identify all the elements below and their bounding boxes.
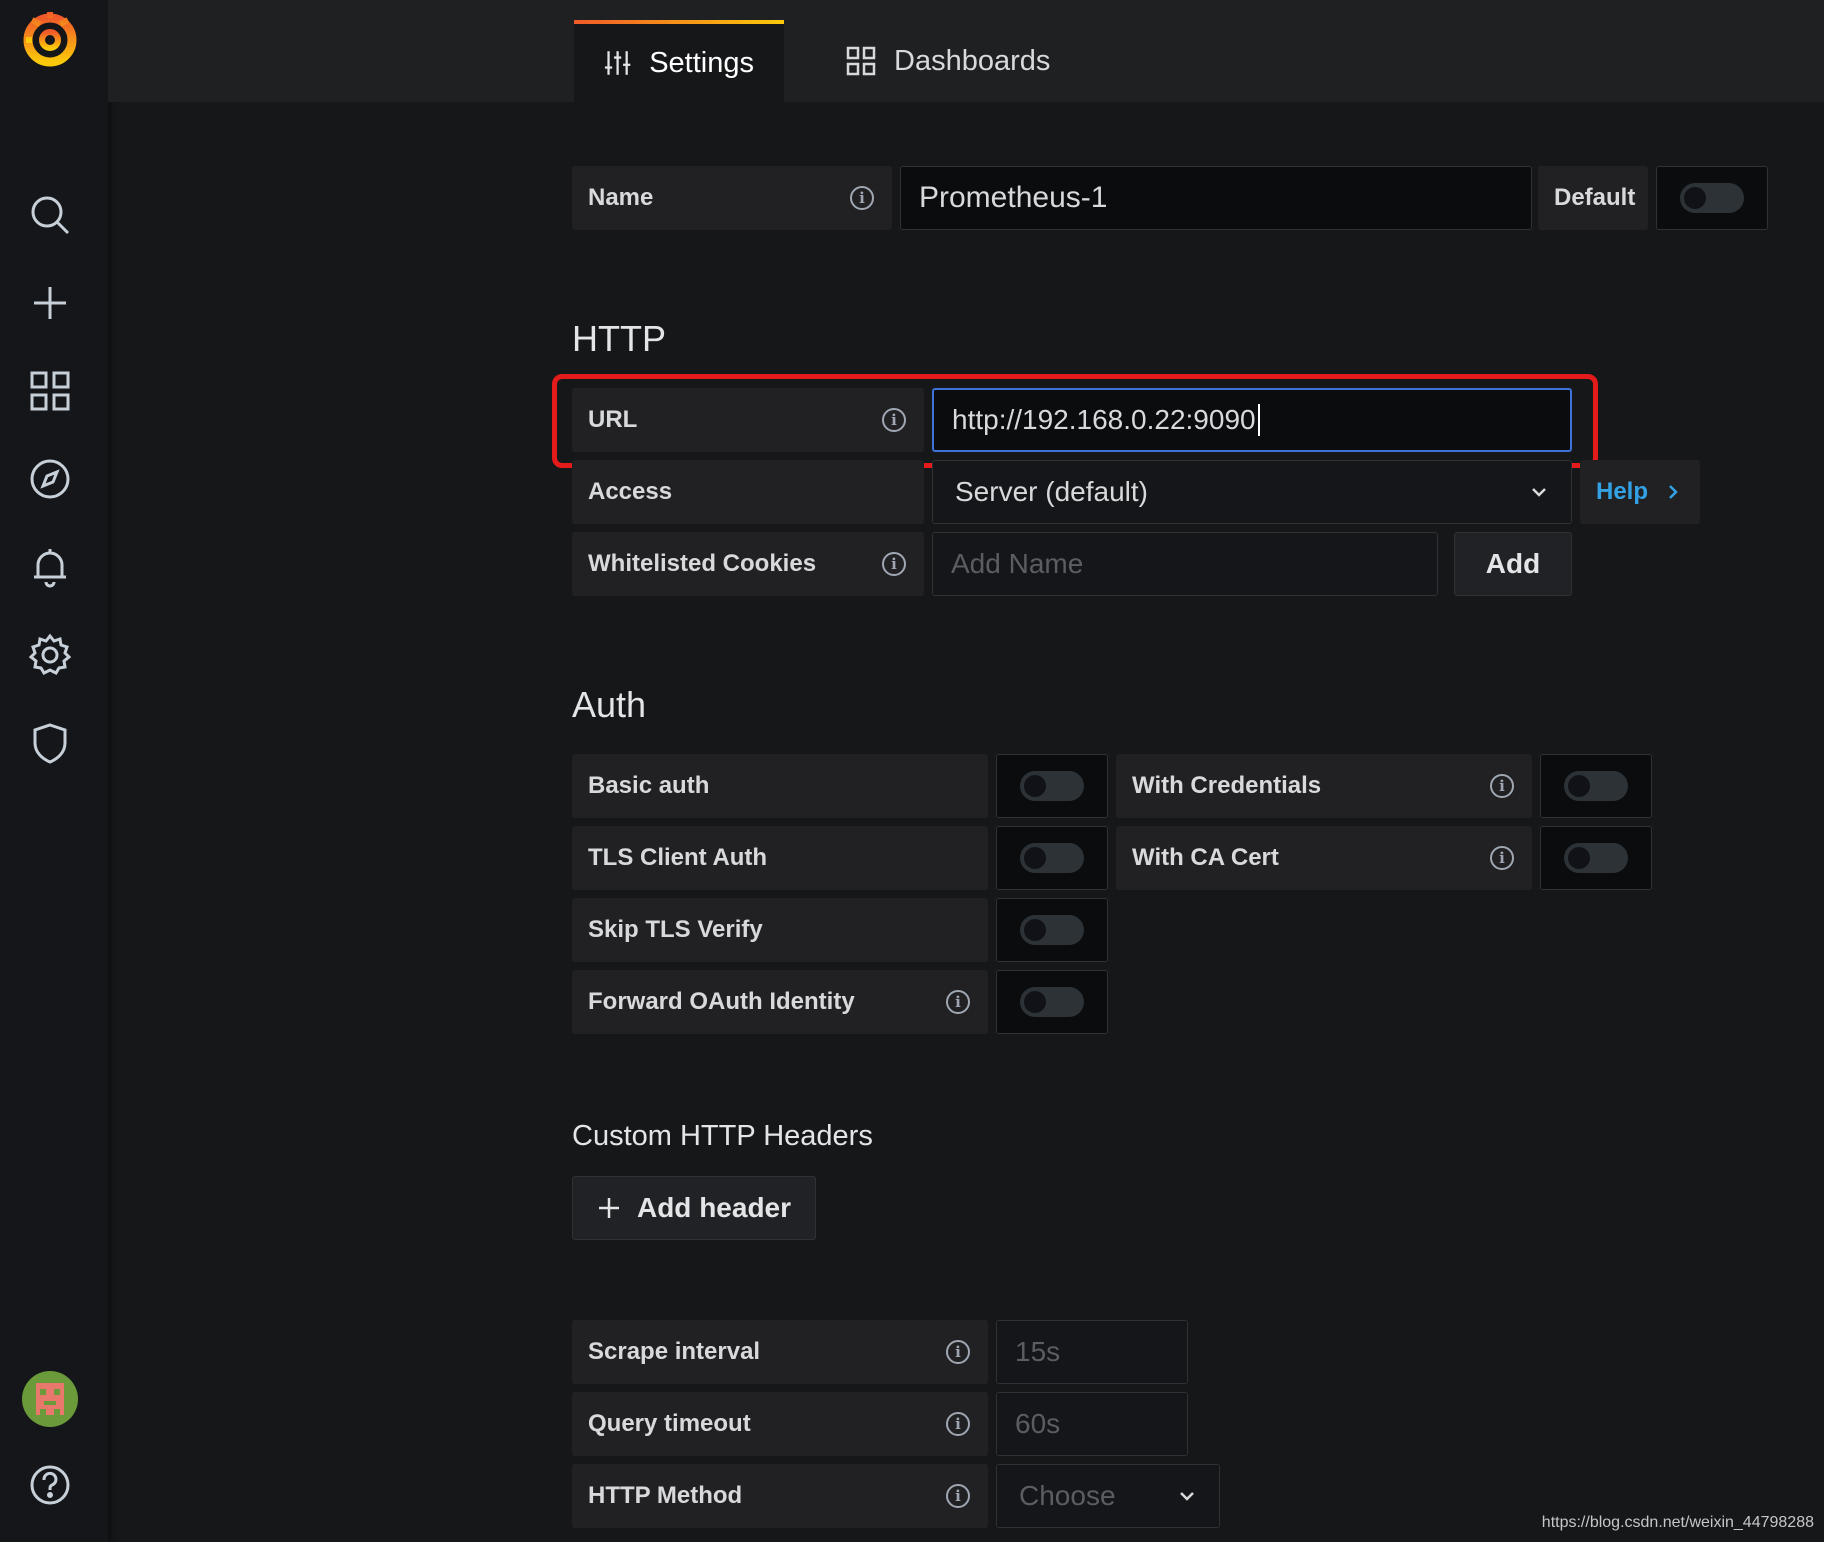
section-heading-auth: Auth [572,684,647,725]
text-cursor [1257,404,1260,436]
toggle-switch [1020,771,1084,801]
sliders-icon [604,51,631,75]
skip-tls-verify-toggle[interactable] [996,898,1108,962]
plus-icon[interactable] [0,268,100,338]
toggle-switch [1020,843,1084,873]
whitelisted-cookies-label: Whitelisted Cookies [572,532,924,596]
query-timeout-label: Query timeout [572,1392,988,1456]
with-credentials-toggle[interactable] [1540,754,1652,818]
tab-settings[interactable]: Settings [574,20,784,102]
info-icon[interactable]: i [946,1340,970,1364]
add-cookie-button[interactable]: Add [1454,532,1572,596]
default-label: Default [1538,166,1648,230]
url-label: URL [572,388,924,452]
basic-auth-toggle[interactable] [996,754,1108,818]
basic-auth-label: Basic auth [572,754,988,818]
sidebar [0,0,108,1542]
search-icon[interactable] [0,180,100,250]
section-heading-custom-headers: Custom HTTP Headers [572,1120,873,1152]
info-icon[interactable]: i [1490,774,1514,798]
toggle-switch [1564,771,1628,801]
info-icon[interactable]: i [946,1484,970,1508]
toggle-switch [1020,915,1084,945]
url-input[interactable]: http://192.168.0.22:9090 [932,388,1572,452]
tab-label: Settings [649,46,754,79]
chevron-down-icon [1180,1492,1194,1501]
toggle-switch [1564,843,1628,873]
scrape-interval-label: Scrape interval [572,1320,988,1384]
help-icon[interactable] [0,1450,100,1520]
with-credentials-label: With Credentials [1116,754,1532,818]
forward-oauth-label: Forward OAuth Identity [572,970,988,1034]
info-icon[interactable]: i [1490,846,1514,870]
info-icon[interactable]: i [946,990,970,1014]
toggle-switch [1680,183,1744,213]
scrape-interval-input[interactable]: 15s [996,1320,1188,1384]
bell-icon[interactable] [0,532,100,602]
shield-icon[interactable] [0,708,100,778]
grid-icon [846,46,876,76]
access-select[interactable]: Server (default) [932,460,1572,524]
plus-icon [598,1198,619,1218]
info-icon[interactable]: i [946,1412,970,1436]
tab-label: Dashboards [894,44,1051,77]
page-header: Settings Dashboards [108,0,1824,102]
dashboards-icon[interactable] [0,356,100,426]
info-icon[interactable]: i [882,408,906,432]
section-heading-http: HTTP [572,318,666,359]
query-timeout-input[interactable]: 60s [996,1392,1188,1456]
with-ca-cert-toggle[interactable] [1540,826,1652,890]
chevron-right-icon [1669,485,1678,499]
default-toggle[interactable] [1656,166,1768,230]
with-ca-cert-label: With CA Cert [1116,826,1532,890]
tls-client-auth-toggle[interactable] [996,826,1108,890]
http-method-select[interactable]: Choose [996,1464,1220,1528]
avatar[interactable] [0,1364,100,1434]
chevron-down-icon [1532,488,1546,497]
watermark: https://blog.csdn.net/weixin_44798288 [1541,1514,1814,1531]
compass-icon[interactable] [0,444,100,514]
cookie-name-input[interactable]: Add Name [932,532,1438,596]
name-input[interactable]: Prometheus-1 [900,166,1532,230]
skip-tls-verify-label: Skip TLS Verify [572,898,988,962]
info-icon[interactable]: i [882,552,906,576]
info-icon[interactable]: i [850,186,874,210]
tab-dashboards[interactable]: Dashboards [816,20,1080,102]
name-label: Name [572,166,892,230]
toggle-switch [1020,987,1084,1017]
forward-oauth-toggle[interactable] [996,970,1108,1034]
add-header-button[interactable]: Add header [572,1176,816,1240]
access-label: Access [572,460,924,524]
tls-client-auth-label: TLS Client Auth [572,826,988,890]
http-method-label: HTTP Method [572,1464,988,1528]
grafana-logo-icon[interactable] [0,0,100,76]
gear-icon[interactable] [0,620,100,690]
help-link[interactable]: Help [1580,460,1700,524]
